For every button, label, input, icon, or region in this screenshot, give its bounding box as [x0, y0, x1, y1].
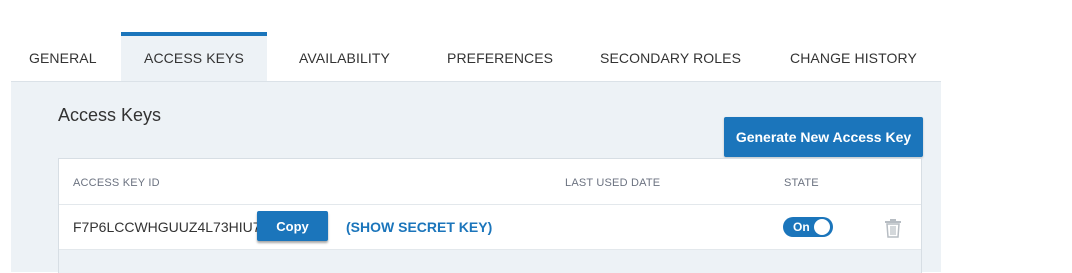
generate-access-key-button[interactable]: Generate New Access Key	[724, 117, 923, 157]
trash-icon[interactable]	[884, 218, 902, 238]
column-header-state: STATE	[784, 177, 819, 189]
tab-change-history[interactable]: CHANGE HISTORY	[790, 32, 917, 81]
table-footer	[59, 250, 921, 273]
access-keys-table: ACCESS KEY ID LAST USED DATE STATE F7P6L…	[58, 158, 922, 273]
show-secret-key-link[interactable]: (SHOW SECRET KEY)	[346, 219, 492, 235]
tab-general[interactable]: GENERAL	[29, 32, 97, 81]
state-toggle[interactable]: On	[783, 217, 833, 237]
tab-preferences[interactable]: PREFERENCES	[447, 32, 553, 81]
tab-secondary-roles[interactable]: SECONDARY ROLES	[600, 32, 741, 81]
tab-bar: GENERAL ACCESS KEYS AVAILABILITY PREFERE…	[11, 32, 941, 82]
access-key-id: F7P6LCCWHGUUZ4L73HIU74	[73, 219, 263, 235]
copy-button[interactable]: Copy	[257, 211, 328, 241]
panel-title: Access Keys	[58, 105, 162, 125]
access-keys-panel: Access Keys Generate New Access Key ACCE…	[11, 82, 941, 273]
tab-access-keys[interactable]: ACCESS KEYS	[121, 32, 267, 81]
tab-availability[interactable]: AVAILABILITY	[299, 32, 390, 81]
toggle-knob	[814, 219, 830, 235]
column-header-last-used: LAST USED DATE	[565, 177, 661, 189]
table-row: F7P6LCCWHGUUZ4L73HIU74 Copy (SHOW SECRET…	[59, 204, 921, 250]
column-header-key-id: ACCESS KEY ID	[73, 177, 160, 189]
state-toggle-label: On	[793, 220, 810, 234]
